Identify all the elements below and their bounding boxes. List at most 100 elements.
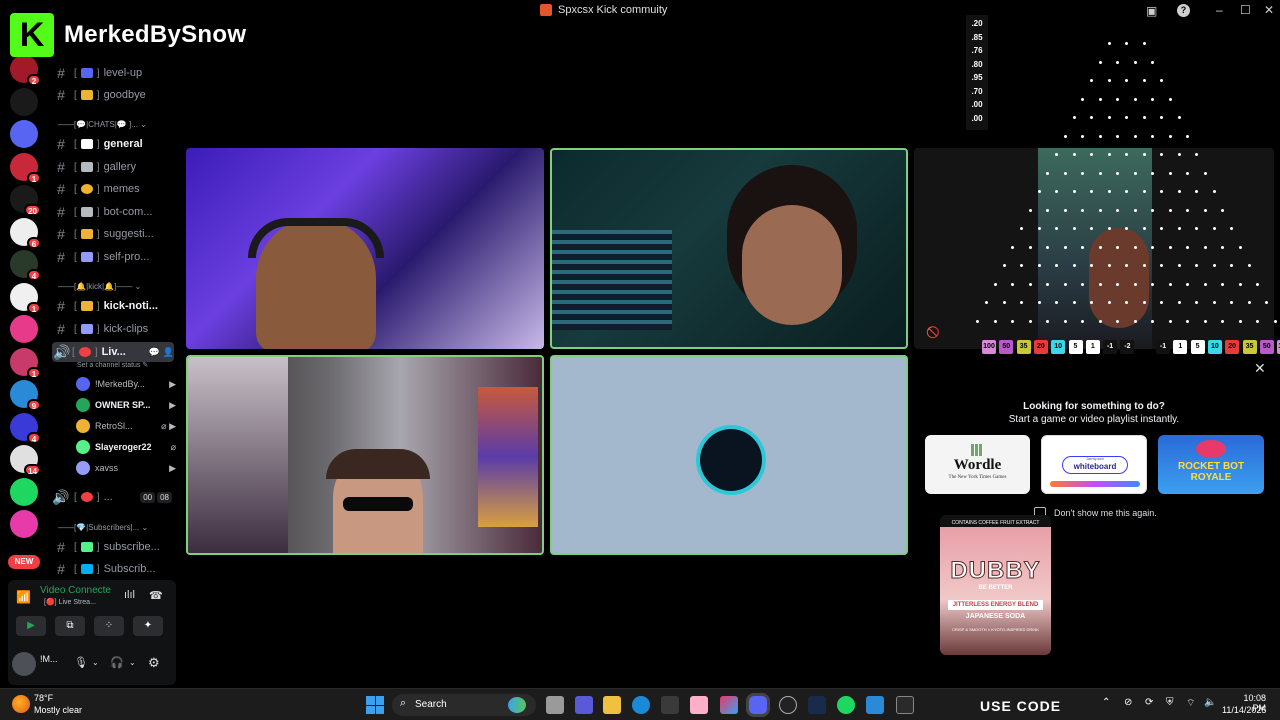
voice-channel-link[interactable]: [🔴] Live Strea...	[44, 598, 96, 606]
category-kick[interactable]: ——[🔔|kick|🔔]—— ⌄	[58, 282, 178, 291]
voice-status[interactable]: Video Connecte	[40, 585, 111, 596]
channel-memes[interactable]: #[] memes	[48, 179, 172, 199]
video-tile-1[interactable]	[186, 148, 544, 349]
category-subscribers[interactable]: ——[💎|Subscribers|... ⌄	[58, 523, 178, 532]
taskbar-search[interactable]: ⌕ Search	[392, 694, 536, 716]
inbox-icon[interactable]: ▣	[1146, 4, 1157, 18]
chevron-up-icon[interactable]: ⌃	[1102, 697, 1110, 708]
channel-self-promo[interactable]: #[] self-pro...	[48, 247, 172, 267]
spotify-icon[interactable]	[837, 696, 855, 714]
server-icon[interactable]: 14	[10, 445, 41, 476]
username[interactable]: !M...	[40, 654, 58, 664]
channel-subscribe-1[interactable]: #[] subscribe...	[48, 537, 172, 557]
voice-channel-2[interactable]: 🔊[]... 00 08	[48, 487, 172, 507]
steam-icon[interactable]	[808, 696, 826, 714]
close-icon[interactable]: ✕	[1254, 360, 1266, 377]
weather-icon[interactable]	[12, 695, 30, 713]
sync-icon[interactable]: ⟳	[1145, 697, 1153, 708]
vpn-icon[interactable]: ⛨	[1166, 697, 1174, 708]
minimize-icon[interactable]: –	[1216, 3, 1223, 17]
server-icon[interactable]	[10, 315, 38, 343]
discord-icon[interactable]	[749, 696, 767, 714]
notepad-icon[interactable]	[866, 696, 884, 714]
server-icon[interactable]: 1	[10, 347, 41, 379]
obs-icon[interactable]	[779, 696, 797, 714]
headphones-icon[interactable]: 🎧	[110, 656, 124, 669]
network-off-icon[interactable]: ⊘	[1124, 697, 1132, 708]
game-card-wordle[interactable]: Wordle The New York Times Games	[925, 435, 1030, 494]
maximize-icon[interactable]: ☐	[1240, 3, 1251, 17]
channel-general[interactable]: #[] general	[48, 134, 172, 154]
channel-gallery[interactable]: #[] gallery	[48, 157, 172, 177]
avatar	[700, 429, 762, 491]
server-icon[interactable]	[10, 477, 38, 506]
channel-level-up[interactable]: #[] level-up	[48, 63, 172, 83]
epic-games-icon[interactable]	[896, 696, 914, 714]
camera-on-icon: ▶	[169, 462, 176, 473]
copilot-icon[interactable]	[720, 696, 738, 714]
help-icon[interactable]: ?	[1177, 4, 1190, 17]
server-icon[interactable]: 6	[10, 217, 41, 249]
channel-label: Liv...	[101, 346, 126, 358]
server-icon[interactable]	[10, 120, 38, 148]
clock-date[interactable]: 11/14/2025	[1222, 705, 1266, 715]
file-explorer-icon[interactable]	[603, 696, 621, 714]
start-button[interactable]	[366, 696, 384, 714]
store-icon[interactable]	[661, 696, 679, 714]
settings-gear-icon[interactable]: ⚙	[148, 655, 160, 671]
server-icon[interactable]: 20	[10, 185, 41, 216]
server-icon[interactable]	[10, 510, 38, 538]
video-tile-5[interactable]	[550, 355, 908, 555]
channel-subscribe-2[interactable]: #[] Subscrib...	[48, 559, 172, 579]
plinko-peg	[1142, 79, 1146, 82]
soundboard-button[interactable]: ✦	[133, 616, 163, 636]
camera-button[interactable]: ▶	[16, 616, 46, 636]
voice-user[interactable]: RetroSl... ⌀ ▶	[76, 417, 176, 435]
voice-user[interactable]: !MerkedBy... ▶	[76, 375, 176, 393]
weather-temp[interactable]: 78°F	[34, 693, 53, 703]
category-chats[interactable]: ——[💬|CHATS|💬 ]... ⌄	[58, 120, 178, 129]
disconnect-icon[interactable]: ☎	[149, 589, 163, 602]
teams-icon[interactable]	[575, 696, 593, 714]
task-view-icon[interactable]	[546, 696, 564, 714]
volume-icon[interactable]: 🔈	[1204, 697, 1216, 708]
microphone-icon[interactable]: 🎙	[74, 656, 88, 669]
channel-label: level-up	[103, 67, 143, 79]
channel-goodbye[interactable]: #[] goodbye	[48, 85, 172, 105]
game-card-rocket-bot-royale[interactable]: ROCKET BOT ROYALE	[1158, 435, 1264, 494]
dont-show-label[interactable]: Don't show me this again.	[1054, 508, 1157, 518]
channel-kick-clips[interactable]: #[] kick-clips	[48, 319, 172, 339]
voice-user[interactable]: Slayeroger22 ⌀	[76, 438, 176, 456]
server-icon[interactable]	[10, 87, 38, 116]
server-icon[interactable]: 1	[10, 282, 41, 314]
game-card-whiteboard[interactable]: Jamspace whiteboard	[1041, 435, 1147, 494]
voice-channel-live[interactable]: 🔊[] Liv... 💬 👤	[52, 342, 174, 362]
video-tile-4[interactable]	[186, 355, 544, 555]
server-icon[interactable]: 4	[10, 250, 41, 281]
video-tile-2[interactable]	[550, 148, 908, 349]
set-channel-status[interactable]: Set a channel status ✎	[77, 361, 148, 369]
chevron-down-icon[interactable]: ⌄	[92, 658, 99, 667]
server-icon[interactable]: 1	[10, 152, 41, 184]
server-icon[interactable]: 4	[10, 412, 41, 444]
channel-bot-com[interactable]: #[] bot-com...	[48, 202, 172, 222]
voice-user[interactable]: xavss ▶	[76, 459, 176, 477]
noise-suppression-icon[interactable]: ılıl	[124, 589, 135, 601]
add-user-icon[interactable]: 👤	[163, 347, 174, 358]
chevron-down-icon[interactable]: ⌄	[129, 658, 136, 667]
channel-kick-notifications[interactable]: #[] kick-noti...	[48, 296, 172, 316]
activities-button[interactable]: ⁘	[94, 616, 124, 636]
edge-icon[interactable]	[632, 696, 650, 714]
video-tile-3[interactable]: 🚫	[914, 148, 1274, 349]
screen-share-button[interactable]: ⧉	[55, 616, 85, 636]
chat-icon[interactable]: 💬	[149, 347, 160, 358]
avatar[interactable]	[12, 652, 36, 676]
heart-app-icon[interactable]	[690, 696, 708, 714]
close-icon[interactable]: ✕	[1264, 3, 1274, 17]
wifi-icon[interactable]: ⌔	[1186, 697, 1195, 710]
voice-user[interactable]: OWNER SP... ▶	[76, 396, 176, 414]
channel-suggestions[interactable]: #[] suggesti...	[48, 224, 172, 244]
server-icon[interactable]: 9	[10, 380, 41, 411]
signal-icon[interactable]: 📶	[16, 590, 31, 604]
weather-desc[interactable]: Mostly clear	[34, 705, 82, 715]
